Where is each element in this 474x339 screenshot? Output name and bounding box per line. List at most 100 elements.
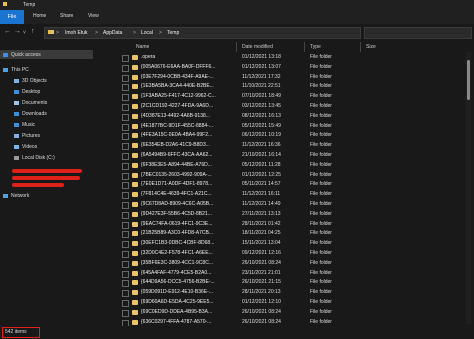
row-checkbox[interactable] — [122, 104, 129, 111]
file-row[interactable]: {9D427E3F-55B6-4C5D-8B21... 27/11/2021 13… — [96, 210, 436, 219]
file-type: File folder — [310, 83, 332, 90]
file-row[interactable]: {644D9A56-DCC5-4756-B2BE-... 26/10/2021 2… — [96, 278, 436, 288]
row-checkbox[interactable] — [122, 221, 129, 229]
file-row[interactable]: {645A4FAF-4779-4CE5-B2A0... 23/11/2021 21… — [96, 269, 436, 278]
file-row[interactable]: {35BF6E3C-3809-4CC1-9C8C... 26/10/2021 08… — [96, 259, 436, 268]
row-checkbox[interactable] — [122, 55, 129, 62]
file-row[interactable]: {6A5494B9-6FFC-43CA-AA62... 21/10/2021 16… — [96, 151, 436, 160]
breadcrumb-local[interactable]: Local — [141, 30, 153, 36]
file-name: {6F38E3E5-A894-44BE-A76D... — [141, 161, 212, 168]
row-checkbox[interactable] — [122, 182, 129, 190]
status-bar: 542 items — [0, 326, 474, 339]
column-divider[interactable] — [236, 42, 237, 52]
file-row[interactable]: {21B25B89-A3C0-4FD8-A7CB... 18/11/2021 04… — [96, 229, 436, 239]
file-row[interactable]: {4D387E13-4492-4A6B-9138... 08/12/2021 16… — [96, 112, 436, 121]
column-divider[interactable] — [360, 42, 361, 52]
row-checkbox[interactable] — [122, 162, 129, 170]
file-row[interactable]: {005A0676-E6AA-BA0F-DFFF6... 01/12/2021 1… — [96, 63, 436, 72]
row-checkbox[interactable] — [122, 300, 129, 307]
window-title: Temp — [23, 2, 36, 8]
file-row[interactable]: {4E1877BC-9D1F-455C-8884-... 05/12/2021 1… — [96, 122, 436, 131]
back-icon[interactable]: ← — [4, 28, 11, 36]
row-checkbox[interactable] — [122, 133, 129, 141]
row-checkbox[interactable] — [122, 143, 129, 151]
tab-share[interactable]: Share — [60, 13, 73, 19]
file-row[interactable]: {03E7F294-0CBB-434F-A9AE-... 11/12/2021 1… — [96, 73, 436, 82]
file-date: 11/12/2021 14:49 — [242, 201, 281, 207]
address-bar[interactable]: > Imoh Etuk > AppData > Local > Temp — [44, 27, 361, 39]
music-icon — [14, 122, 19, 127]
search-input[interactable] — [364, 27, 472, 39]
row-checkbox[interactable] — [122, 153, 129, 160]
row-checkbox[interactable] — [122, 290, 129, 298]
nav-pictures[interactable]: Pictures — [14, 133, 40, 139]
column-divider[interactable] — [304, 42, 305, 52]
nav-documents[interactable]: Documents — [14, 100, 47, 106]
file-type: File folder — [310, 250, 332, 256]
row-checkbox[interactable] — [122, 211, 129, 219]
file-row[interactable]: {059D091D-E912-4E10-B36E-... 28/11/2021 2… — [96, 288, 436, 298]
file-name: {644D9A56-DCC5-4756-B2BE-... — [141, 279, 215, 286]
file-row[interactable]: {6F38E3E5-A894-44BE-A76D... 05/12/2021 11… — [96, 161, 436, 170]
file-row[interactable]: {4FE3A15C-0E0A-4BA4-99F2... 06/12/2021 10… — [96, 131, 436, 141]
file-row[interactable]: {7F814C4E-4639-4FC1-A21C... 11/12/2021 16… — [96, 190, 436, 200]
row-checkbox[interactable] — [122, 94, 129, 102]
row-checkbox[interactable] — [122, 113, 129, 121]
file-row[interactable]: {6E354EB-D2A6-41C9-B8D3... 11/12/2021 16:… — [96, 141, 436, 151]
file-type: File folder — [310, 279, 332, 286]
file-row[interactable]: {32D0C4E2-F578-4FC1-A6EE... 09/12/2021 12… — [96, 249, 436, 258]
file-row[interactable]: {1E3BA5BA-3CA4-440E-B2BE... 11/10/2021 22… — [96, 82, 436, 92]
row-checkbox[interactable] — [122, 192, 129, 200]
row-checkbox[interactable] — [122, 64, 129, 72]
up-icon[interactable]: ↑ — [31, 28, 35, 36]
breadcrumb-temp[interactable]: Temp — [167, 30, 179, 36]
file-row[interactable]: {69D60A6D-E5DA-4C25-9EE5... 01/12/2021 12… — [96, 298, 436, 307]
row-checkbox[interactable] — [122, 280, 129, 288]
nav-local-disk[interactable]: Local Disk (C:) — [14, 155, 55, 161]
file-row[interactable]: .opera 01/12/2021 13:18 File folder — [96, 53, 436, 62]
row-checkbox[interactable] — [122, 84, 129, 92]
breadcrumb-appdata[interactable]: AppData — [103, 30, 122, 36]
tab-file[interactable]: File — [0, 10, 24, 24]
row-checkbox[interactable] — [122, 123, 129, 131]
row-checkbox[interactable] — [122, 309, 129, 317]
redaction-mark — [12, 169, 82, 173]
recent-dropdown-icon[interactable]: ˅ — [23, 29, 26, 37]
row-checkbox[interactable] — [122, 202, 129, 209]
nav-videos[interactable]: Videos — [14, 144, 37, 150]
file-row[interactable]: {69C0ED9D-DDEA-4B95-B3A... 26/10/2021 08:… — [96, 308, 436, 317]
nav-network[interactable]: Network — [3, 193, 29, 199]
file-row[interactable]: {1F3ABA25-F417-4C12-9962-C... 07/10/2021 … — [96, 92, 436, 102]
row-checkbox[interactable] — [122, 260, 129, 268]
row-checkbox[interactable] — [122, 231, 129, 239]
breadcrumb-user[interactable]: Imoh Etuk — [65, 30, 88, 36]
file-row[interactable]: {7E0E1D71-A0DF-4DF1-8978... 05/11/2021 14… — [96, 180, 436, 190]
forward-icon[interactable]: → — [14, 28, 21, 36]
nav-quick-access[interactable]: Quick access — [3, 52, 41, 58]
scrollbar[interactable] — [466, 52, 471, 324]
file-row[interactable]: {9C67D8AD-8909-4C6C-A05B... 11/12/2021 14… — [96, 200, 436, 209]
file-row[interactable]: {9EAC74FA-0619-4FC1-9C3E... 28/11/2021 01… — [96, 220, 436, 229]
file-date: 21/10/2021 16:14 — [242, 152, 281, 158]
file-row[interactable]: {30EFC1B3-0DBC-4CBF-8D68... 15/11/2021 13… — [96, 239, 436, 249]
row-checkbox[interactable] — [122, 172, 129, 180]
row-checkbox[interactable] — [122, 74, 129, 82]
row-checkbox[interactable] — [122, 270, 129, 278]
nav-3d-objects[interactable]: 3D Objects — [14, 78, 47, 84]
file-type: File folder — [310, 230, 332, 237]
tab-view[interactable]: View — [88, 13, 99, 19]
file-date: 01/12/2021 13:07 — [242, 63, 281, 70]
nav-desktop[interactable]: Desktop — [14, 89, 40, 95]
tab-home[interactable]: Home — [33, 13, 46, 19]
file-name: {645A4FAF-4779-4CE5-B2A0... — [141, 269, 212, 276]
row-checkbox[interactable] — [122, 251, 129, 258]
nav-music[interactable]: Music — [14, 122, 35, 128]
file-type: File folder — [310, 191, 332, 198]
nav-this-pc[interactable]: This PC — [3, 67, 29, 73]
file-row[interactable]: {7BEC0135-2603-4992-909A-... 01/12/2021 1… — [96, 171, 436, 180]
row-checkbox[interactable] — [122, 241, 129, 249]
scrollbar-thumb[interactable] — [467, 60, 470, 100]
file-row[interactable]: {2C1CD192-4227-4FDA-9A6D... 03/12/2021 13… — [96, 102, 436, 111]
nav-downloads[interactable]: Downloads — [14, 111, 47, 117]
file-name: {9D427E3F-55B6-4C5D-8B21... — [141, 210, 212, 217]
